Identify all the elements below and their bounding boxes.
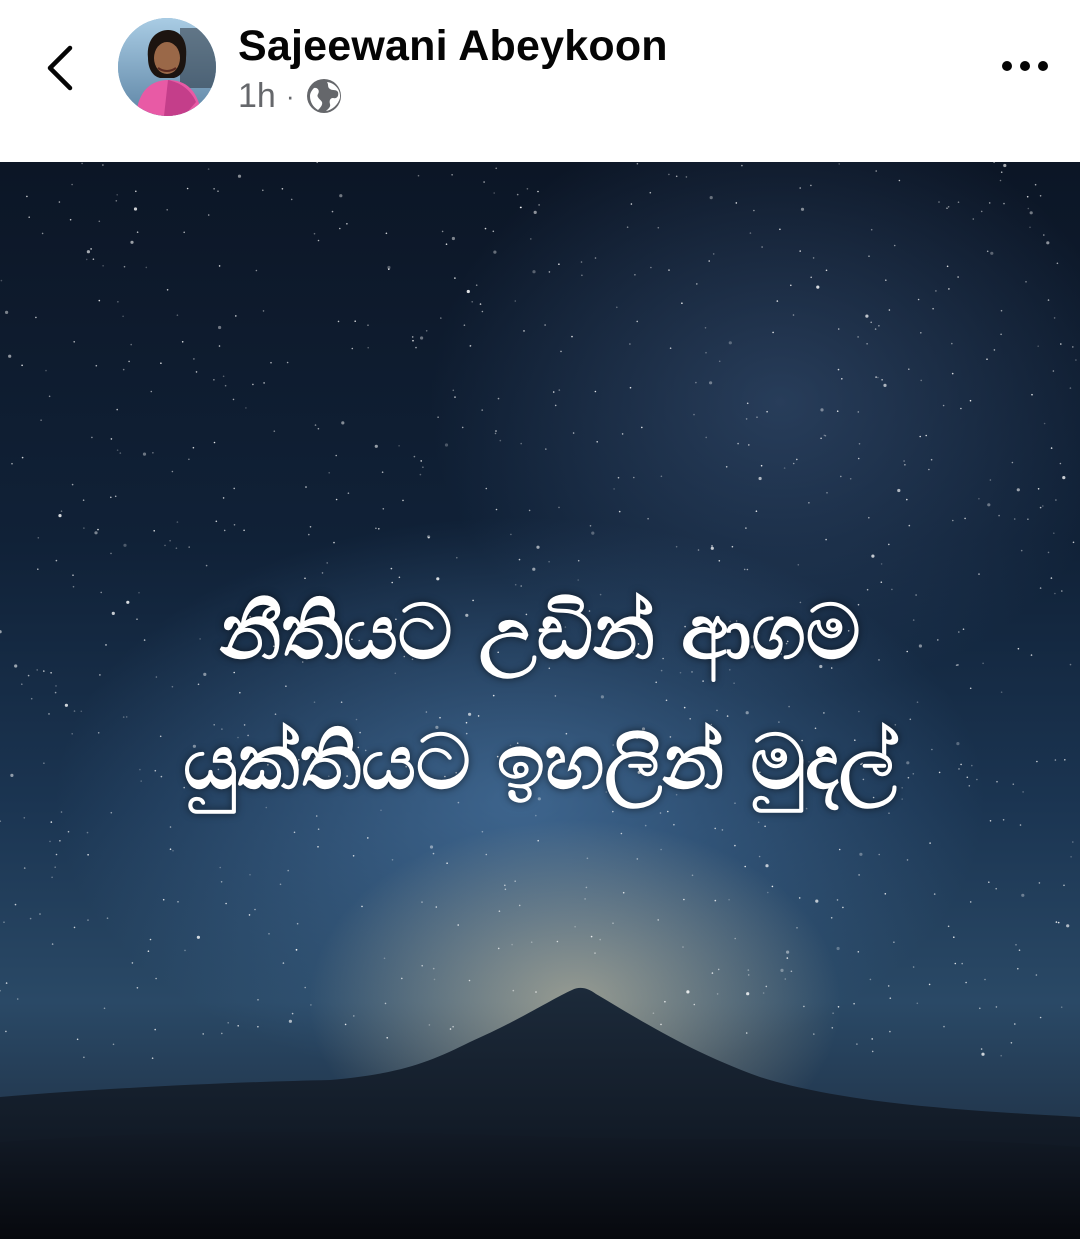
back-button[interactable] — [30, 38, 90, 98]
avatar[interactable] — [118, 18, 216, 116]
quote-line-2: යුක්තියට ඉහලින් මුදල් — [183, 717, 897, 806]
avatar-image — [118, 18, 216, 116]
quote-line-1: නීතියට උඩින් ආගම — [219, 587, 861, 676]
post-timestamp[interactable]: 1h — [238, 77, 276, 116]
post-meta: 1h · — [238, 74, 343, 118]
mountain — [0, 987, 1080, 1239]
meta-separator: · — [285, 80, 295, 111]
post-image[interactable]: නීතියට උඩින් ආගම යුක්තියට ඉහලින් මුදල් — [0, 162, 1080, 1239]
more-horizontal-icon — [1002, 61, 1048, 71]
chevron-left-icon — [47, 45, 73, 91]
more-options-button[interactable] — [990, 44, 1060, 88]
globe-icon[interactable] — [305, 77, 343, 115]
author-name[interactable]: Sajeewani Abeykoon — [238, 22, 668, 71]
post-header: Sajeewani Abeykoon 1h · — [0, 0, 1080, 162]
